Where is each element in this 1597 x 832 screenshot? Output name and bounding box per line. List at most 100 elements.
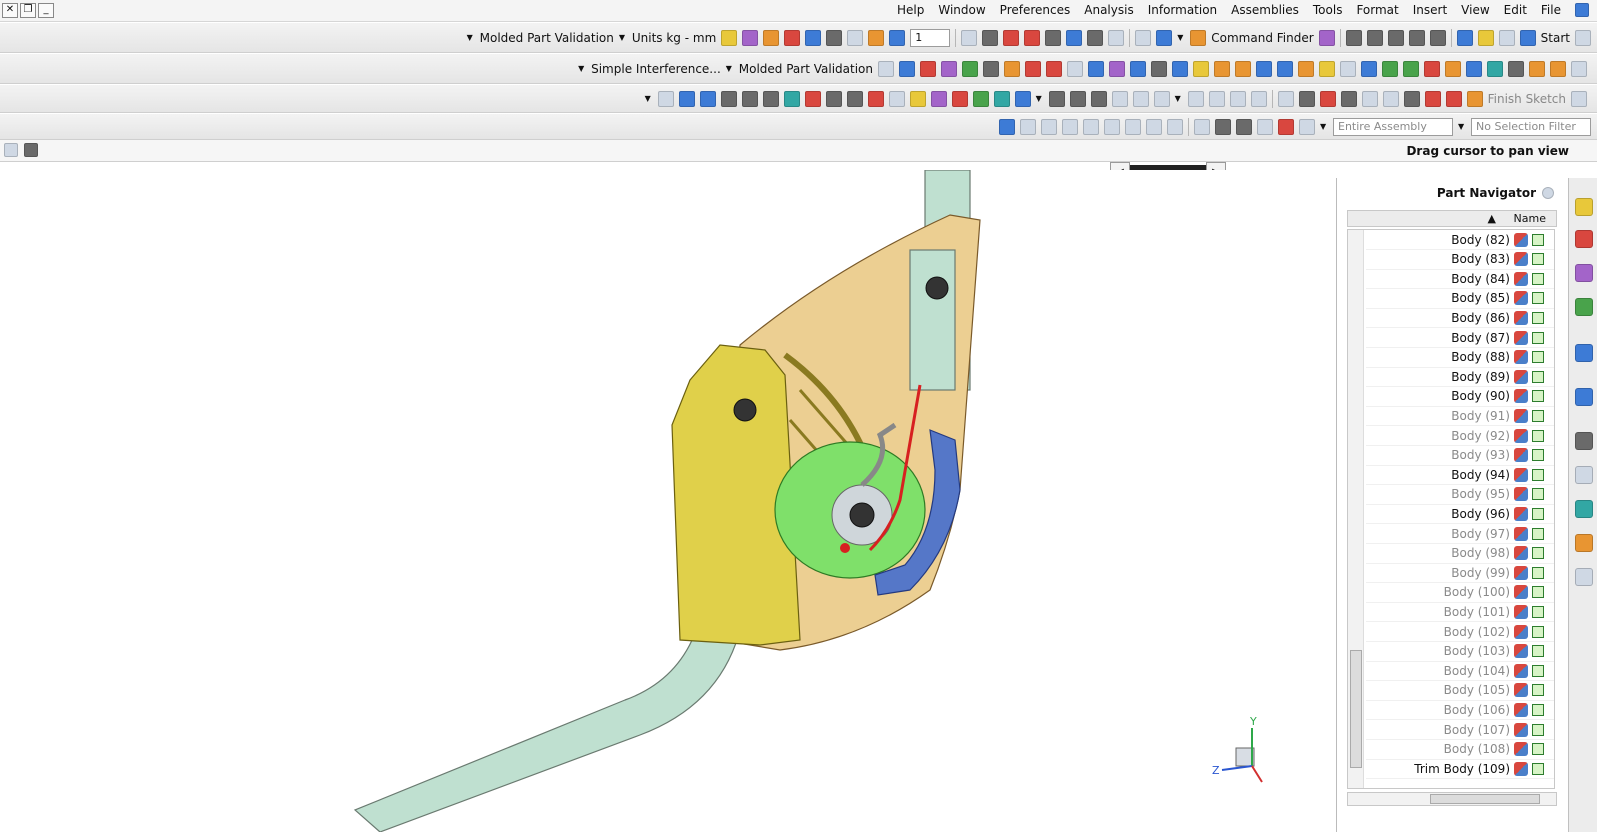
- hole-icon[interactable]: [1508, 60, 1524, 77]
- tree-row[interactable]: Body (86): [1366, 308, 1554, 329]
- display-mode-icon[interactable]: [1108, 29, 1125, 46]
- navigator-vertical-scrollbar[interactable]: [1348, 230, 1364, 788]
- mirror-icon[interactable]: [1151, 60, 1167, 77]
- subtract-icon[interactable]: [1403, 60, 1419, 77]
- tree-row[interactable]: Body (107): [1366, 720, 1554, 740]
- snap-control-icon[interactable]: [1194, 118, 1210, 135]
- reuse-library-icon[interactable]: [1575, 298, 1593, 316]
- replace-face-icon[interactable]: [1004, 60, 1020, 77]
- trim-body-icon[interactable]: [1361, 60, 1377, 77]
- fillet-icon[interactable]: [1382, 90, 1399, 107]
- datum-plane-icon[interactable]: [1130, 60, 1146, 77]
- restore-window-button[interactable]: ❐: [20, 3, 36, 18]
- selection-filter-select[interactable]: No Selection Filter: [1471, 117, 1591, 136]
- roles-icon[interactable]: [1575, 534, 1593, 552]
- molded-part-validation-menu[interactable]: Molded Part Validation: [480, 31, 614, 45]
- tree-row[interactable]: Body (91): [1366, 406, 1554, 427]
- tree-row[interactable]: Body (82): [1366, 230, 1554, 250]
- column-header-name[interactable]: Name ▲: [1347, 210, 1557, 227]
- snapshot-icon[interactable]: [720, 90, 737, 107]
- command-finder-icon[interactable]: [1318, 29, 1335, 46]
- visibility-checkbox[interactable]: [1532, 409, 1544, 422]
- rectangle-icon[interactable]: [1340, 90, 1357, 107]
- section-icon[interactable]: [982, 29, 999, 46]
- visibility-checkbox[interactable]: [1532, 468, 1544, 481]
- menu-information[interactable]: Information: [1148, 3, 1217, 17]
- visibility-checkbox[interactable]: [1532, 664, 1544, 677]
- command-finder-button[interactable]: Command Finder: [1211, 31, 1313, 45]
- tree-row[interactable]: Body (83): [1366, 250, 1554, 270]
- select-all-icon[interactable]: [1278, 118, 1294, 135]
- arc-icon[interactable]: [1424, 90, 1441, 107]
- inner-shaft[interactable]: [909, 249, 956, 391]
- visibility-checkbox[interactable]: [1532, 743, 1544, 756]
- menu-preferences[interactable]: Preferences: [1000, 3, 1071, 17]
- history-icon[interactable]: [1575, 388, 1593, 406]
- analysis-check-icon[interactable]: [899, 60, 915, 77]
- start-button[interactable]: Start: [1541, 31, 1570, 45]
- tree-row[interactable]: Body (99): [1366, 563, 1554, 584]
- studio-spline-icon[interactable]: [1277, 90, 1294, 107]
- boss-icon[interactable]: [1487, 60, 1503, 77]
- render-icon[interactable]: [1014, 90, 1031, 107]
- edge-blend-icon[interactable]: [1046, 60, 1062, 77]
- web-browser-icon[interactable]: [1575, 344, 1593, 362]
- simple-interference-button[interactable]: Simple Interference...: [591, 62, 721, 76]
- tree-row[interactable]: Body (102): [1366, 622, 1554, 642]
- csys-icon[interactable]: [1067, 60, 1083, 77]
- offset-icon[interactable]: [1235, 60, 1251, 77]
- visibility-checkbox[interactable]: [1532, 351, 1544, 364]
- visibility-checkbox[interactable]: [1532, 311, 1544, 324]
- orient-view-icon[interactable]: [1066, 29, 1083, 46]
- material-icon[interactable]: [1003, 29, 1020, 46]
- navigator-hscroll-thumb[interactable]: [1430, 794, 1540, 804]
- process-studio-icon[interactable]: [1575, 500, 1593, 518]
- layout-icon[interactable]: [762, 90, 779, 107]
- visibility-checkbox[interactable]: [1532, 527, 1544, 540]
- quick-trim-icon[interactable]: [1250, 90, 1267, 107]
- lighting-icon[interactable]: [972, 90, 989, 107]
- tree-row[interactable]: Body (87): [1366, 328, 1554, 348]
- gear-icon[interactable]: [846, 90, 863, 107]
- menu-view[interactable]: View: [1461, 3, 1489, 17]
- constraint-navigator-icon[interactable]: [1575, 230, 1593, 248]
- extrude-icon[interactable]: [1550, 60, 1566, 77]
- convert-reference-icon[interactable]: [1069, 90, 1086, 107]
- tree-row[interactable]: Body (100): [1366, 583, 1554, 603]
- snap-midpoint-icon[interactable]: [1215, 118, 1231, 135]
- chevron-down-icon[interactable]: ▼: [1320, 122, 1328, 131]
- clock-icon[interactable]: [1575, 432, 1593, 450]
- tree-row[interactable]: Body (104): [1366, 661, 1554, 682]
- camera-icon[interactable]: [804, 90, 821, 107]
- molded-part-validation-menu-2[interactable]: Molded Part Validation: [739, 62, 873, 76]
- point-icon[interactable]: [1088, 60, 1104, 77]
- visibility-checkbox[interactable]: [1532, 331, 1544, 344]
- open-folder-icon[interactable]: [1477, 29, 1494, 46]
- intersect-icon[interactable]: [1382, 60, 1398, 77]
- visibility-checkbox[interactable]: [1532, 762, 1544, 775]
- snap-tangent-icon[interactable]: [1083, 118, 1099, 135]
- visibility-checkbox[interactable]: [1532, 292, 1544, 305]
- chevron-down-icon[interactable]: ▼: [1036, 94, 1044, 103]
- constraint-icon[interactable]: [1132, 90, 1149, 107]
- visibility-checkbox[interactable]: [1532, 605, 1544, 618]
- visibility-checkbox[interactable]: [1532, 547, 1544, 560]
- visibility-checkbox[interactable]: [1532, 429, 1544, 442]
- navigator-scroll-thumb[interactable]: [1350, 650, 1362, 768]
- blend-icon[interactable]: [1319, 60, 1335, 77]
- search-icon[interactable]: [1542, 187, 1554, 199]
- visibility-checkbox[interactable]: [1532, 625, 1544, 638]
- system-materials-icon[interactable]: [1575, 466, 1593, 484]
- fit-icon[interactable]: [1135, 29, 1152, 46]
- wcs-icon[interactable]: [868, 29, 885, 46]
- tree-row[interactable]: Trim Body (109): [1366, 759, 1554, 780]
- part-navigator-icon[interactable]: [1575, 264, 1593, 282]
- chevron-down-icon[interactable]: ▼: [578, 64, 586, 73]
- publish-icon[interactable]: [699, 90, 716, 107]
- point-sketch-icon[interactable]: [1298, 90, 1315, 107]
- tree-row[interactable]: Body (95): [1366, 485, 1554, 505]
- frame-icon[interactable]: [961, 29, 978, 46]
- filter-settings-icon[interactable]: [1299, 118, 1315, 135]
- studio-icon[interactable]: [993, 90, 1010, 107]
- circle-icon[interactable]: [1403, 90, 1420, 107]
